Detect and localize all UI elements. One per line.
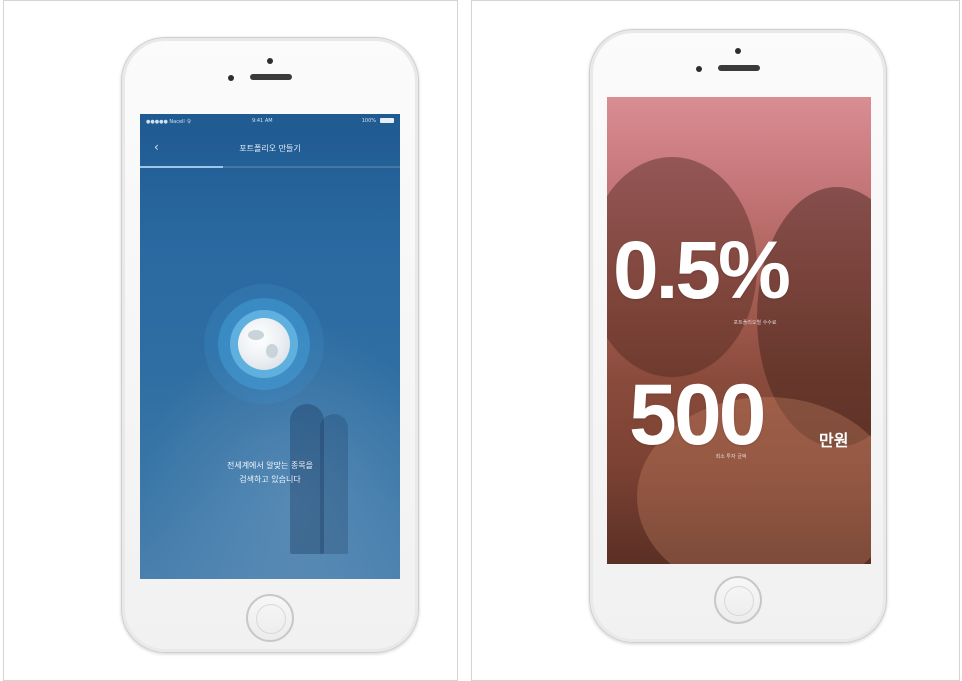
front-camera — [267, 58, 273, 64]
phone-mockup-right: 0.5% 포트폴리오별 수수료 500 만원 최소 투자 금액 — [589, 29, 887, 643]
earpiece-speaker — [250, 74, 292, 80]
fee-stat-value: 0.5% — [613, 225, 791, 316]
proximity-sensor — [228, 75, 234, 81]
progress-bar-fill — [140, 166, 224, 168]
home-button[interactable] — [246, 594, 294, 642]
globe-continent — [248, 330, 264, 340]
home-button[interactable] — [714, 576, 762, 624]
minimum-investment-caption: 최소 투자 금액 — [715, 454, 747, 460]
fee-stat-caption: 포트폴리오별 수수료 — [733, 320, 777, 326]
carrier-label: ●●●●● Nacell 令 — [146, 119, 192, 125]
left-panel: ●●●●● Nacell 令 9:41 AM 100% ‹ 포트폴리오 만들기 … — [3, 0, 458, 681]
clock-label: 9:41 AM — [252, 118, 273, 124]
phone-screen-right: 0.5% 포트폴리오별 수수료 500 만원 최소 투자 금액 — [607, 97, 871, 564]
minimum-investment-unit: 만원 — [819, 431, 849, 450]
battery-label: 100% — [361, 118, 376, 124]
proximity-sensor — [696, 66, 702, 72]
minimum-investment-value: 500 — [629, 367, 766, 463]
right-panel: 0.5% 포트폴리오별 수수료 500 만원 최소 투자 금액 — [471, 0, 960, 681]
front-camera — [735, 48, 741, 54]
progress-bar — [140, 166, 400, 168]
message-line: 검색하고 있습니다 — [239, 475, 301, 484]
battery-icon — [380, 118, 394, 123]
status-bar: ●●●●● Nacell 令 9:41 AM 100% — [140, 114, 400, 128]
phone-mockup-left: ●●●●● Nacell 令 9:41 AM 100% ‹ 포트폴리오 만들기 … — [121, 37, 419, 653]
searching-message: 전세계에서 알맞는 종목을 검색하고 있습니다 — [140, 459, 400, 487]
globe-continent — [266, 344, 278, 358]
earpiece-speaker — [718, 65, 760, 71]
page-title: 포트폴리오 만들기 — [239, 144, 301, 153]
globe-icon — [238, 318, 290, 370]
message-line: 전세계에서 알맞는 종목을 — [226, 461, 314, 470]
phone-screen-left: ●●●●● Nacell 令 9:41 AM 100% ‹ 포트폴리오 만들기 … — [140, 114, 400, 579]
